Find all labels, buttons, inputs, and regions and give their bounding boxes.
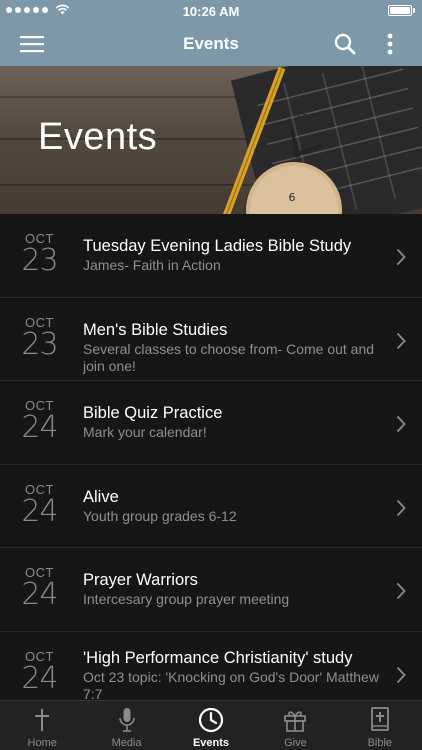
- event-row[interactable]: OCT 24 Bible Quiz Practice Mark your cal…: [0, 381, 422, 465]
- search-icon: [334, 33, 356, 55]
- event-date: OCT 24: [0, 399, 82, 443]
- event-title: Prayer Warriors: [83, 571, 198, 589]
- more-vertical-icon: [387, 33, 393, 55]
- tab-label: Media: [111, 737, 142, 749]
- signal-strength-icon: [6, 4, 70, 15]
- status-time: 10:26 AM: [182, 3, 240, 19]
- event-date: OCT 24: [0, 482, 82, 529]
- event-list: OCT 23 Tuesday Evening Ladies Bible Stud…: [0, 214, 422, 700]
- search-button[interactable]: [323, 22, 367, 66]
- event-day: 24: [21, 493, 58, 529]
- tab-bar: Home Media Events Give Bible: [0, 700, 422, 750]
- svg-text:9: 9: [254, 146, 261, 159]
- event-day: 24: [21, 660, 58, 696]
- event-day: 24: [21, 410, 58, 445]
- event-subtitle: Several classes to choose from- Come out…: [83, 340, 375, 374]
- more-options-button[interactable]: [368, 22, 412, 66]
- nav-bar: Events: [0, 22, 422, 66]
- event-title: Tuesday Evening Ladies Bible Study: [83, 237, 352, 255]
- tab-label: Give: [284, 737, 307, 749]
- svg-text:6: 6: [289, 191, 296, 204]
- event-subtitle: Mark your calendar!: [83, 424, 207, 440]
- event-subtitle: James- Faith in Action: [83, 257, 221, 273]
- event-row[interactable]: OCT 24 'High Performance Christianity' s…: [0, 632, 422, 701]
- event-row[interactable]: OCT 23 Tuesday Evening Ladies Bible Stud…: [0, 214, 422, 298]
- hamburger-icon: [20, 36, 44, 53]
- menu-button[interactable]: [10, 22, 54, 66]
- event-row[interactable]: OCT 24 Alive Youth group grades 6-12: [0, 465, 422, 548]
- event-subtitle: Youth group grades 6-12: [83, 507, 237, 524]
- tab-bible[interactable]: Bible: [338, 701, 422, 750]
- event-subtitle: Oct 23 topic: 'Knocking on God's Door' M…: [83, 668, 379, 701]
- hero-title: Events: [38, 116, 158, 158]
- status-bar: 10:26 AM: [0, 0, 422, 22]
- chevron-right-icon: [396, 582, 406, 600]
- event-row[interactable]: OCT 24 Prayer Warriors Intercesary group…: [0, 548, 422, 632]
- chevron-right-icon: [396, 332, 406, 349]
- event-date: OCT 23: [0, 315, 82, 362]
- tab-label: Home: [27, 737, 57, 749]
- svg-text:12: 12: [295, 112, 309, 125]
- tab-home[interactable]: Home: [0, 701, 84, 750]
- tab-label: Events: [192, 737, 230, 749]
- event-day: 23: [21, 326, 58, 362]
- event-date: OCT 24: [0, 566, 82, 610]
- event-subtitle: Intercesary group prayer meeting: [83, 591, 290, 607]
- event-day: 23: [21, 243, 58, 278]
- event-title: Bible Quiz Practice: [83, 404, 223, 422]
- tab-label: Bible: [367, 737, 393, 749]
- cross-icon: [35, 709, 50, 731]
- wifi-icon: [55, 4, 70, 15]
- tab-media[interactable]: Media: [84, 701, 168, 750]
- gift-icon: [284, 711, 307, 732]
- hero-banner: 12 3 6 9 Events: [0, 66, 422, 214]
- event-date: OCT 23: [0, 232, 82, 276]
- clock-icon: [198, 707, 224, 733]
- event-day: 24: [21, 577, 58, 612]
- event-row[interactable]: OCT 23 Men's Bible Studies Several class…: [0, 298, 422, 381]
- chevron-right-icon: [396, 415, 406, 433]
- tab-give[interactable]: Give: [253, 701, 337, 750]
- microphone-icon: [118, 708, 135, 732]
- page-title: Events: [183, 34, 239, 53]
- event-title: Alive: [83, 487, 119, 506]
- event-title: 'High Performance Christianity' study: [83, 648, 353, 667]
- chevron-right-icon: [396, 666, 406, 683]
- tab-events[interactable]: Events: [169, 701, 253, 750]
- event-title: Men's Bible Studies: [83, 320, 228, 339]
- bible-icon: [370, 707, 389, 731]
- chevron-right-icon: [396, 248, 406, 266]
- event-date: OCT 24: [0, 649, 82, 696]
- svg-text:3: 3: [335, 152, 342, 165]
- chevron-right-icon: [396, 499, 406, 516]
- battery-icon: [388, 5, 415, 16]
